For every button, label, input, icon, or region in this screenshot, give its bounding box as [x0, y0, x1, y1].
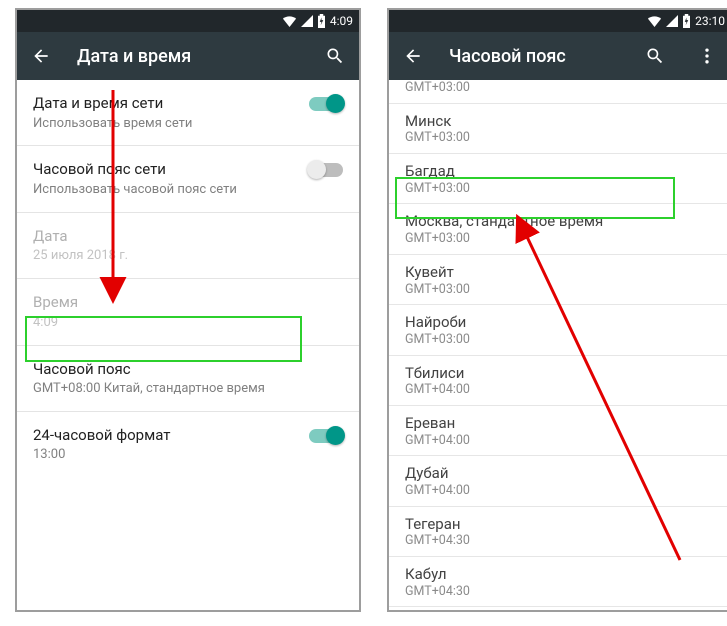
appbar-title: Часовой пояс — [449, 46, 619, 67]
tz-city: Кабул — [405, 565, 715, 584]
row-title: Время — [33, 293, 343, 313]
row-net-tz[interactable]: Часовой пояс сети Использовать часовой п… — [17, 146, 359, 211]
tz-row-moscow[interactable]: Москва, стандартное время GMT+03:00 — [389, 204, 727, 254]
search-button[interactable] — [319, 40, 351, 72]
battery-icon — [682, 14, 691, 28]
tz-city: Кувейт — [405, 263, 715, 282]
back-button[interactable] — [397, 40, 429, 72]
signal-icon — [666, 15, 678, 27]
tz-row[interactable]: Кабул GMT+04:30 — [389, 557, 727, 607]
row-24h[interactable]: 24-часовой формат 13:00 — [17, 412, 359, 477]
tz-row[interactable]: Баку GMT+05:00 — [389, 607, 727, 610]
status-time: 4:09 — [330, 14, 353, 28]
row-sub: Использовать часовой пояс сети — [33, 182, 237, 199]
tz-row-partial[interactable]: GMT+03:00 — [389, 80, 727, 104]
tz-city: Ереван — [405, 414, 715, 433]
signal-icon — [301, 15, 313, 27]
row-sub: GMT+08:00 Китай, стандартное время — [33, 381, 343, 398]
tz-city: Минск — [405, 112, 715, 131]
search-icon — [645, 46, 665, 66]
switch-net-tz[interactable] — [309, 163, 343, 177]
row-timezone[interactable]: Часовой пояс GMT+08:00 Китай, стандартно… — [17, 346, 359, 411]
row-net-time[interactable]: Дата и время сети Использовать время сет… — [17, 80, 359, 145]
row-date: Дата 25 июля 2018 г. — [17, 213, 359, 278]
battery-icon — [317, 14, 326, 28]
back-button[interactable] — [25, 40, 57, 72]
tz-offset: GMT+04:00 — [405, 433, 715, 449]
row-sub: 25 июля 2018 г. — [33, 248, 343, 265]
switch-net-time[interactable] — [309, 97, 343, 111]
switch-24h[interactable] — [309, 429, 343, 443]
tz-row[interactable]: Ереван GMT+04:00 — [389, 406, 727, 456]
tz-row[interactable]: Тбилиси GMT+04:00 — [389, 356, 727, 406]
tz-row[interactable]: Дубай GMT+04:00 — [389, 456, 727, 506]
tz-offset: GMT+03:00 — [405, 181, 715, 197]
tz-city: Дубай — [405, 464, 715, 483]
overflow-button[interactable] — [691, 40, 723, 72]
tz-offset: GMT+03:00 — [405, 332, 715, 348]
tz-offset: GMT+04:00 — [405, 382, 715, 398]
status-bar: 4:09 — [17, 10, 359, 32]
timezone-list[interactable]: GMT+03:00 Минск GMT+03:00 Багдад GMT+03:… — [389, 80, 727, 610]
tz-offset: GMT+03:00 — [405, 130, 715, 146]
status-bar: 23:10 — [389, 10, 727, 32]
tz-row[interactable]: Найроби GMT+03:00 — [389, 305, 727, 355]
settings-list: Дата и время сети Использовать время сет… — [17, 80, 359, 610]
tz-offset: GMT+03:00 — [405, 231, 715, 247]
phone-right: 23:10 Часовой пояс GMT+03:00 Минск GMT+0… — [387, 8, 727, 612]
tz-row[interactable]: Минск GMT+03:00 — [389, 104, 727, 154]
tz-offset: GMT+04:30 — [405, 533, 715, 549]
tz-city: Тбилиси — [405, 364, 715, 383]
row-time: Время 4:09 — [17, 279, 359, 344]
app-bar: Дата и время — [17, 32, 359, 80]
phone-left: 4:09 Дата и время Дата и время сети Испо… — [15, 8, 361, 612]
tz-row[interactable]: Кувейт GMT+03:00 — [389, 255, 727, 305]
row-title: Часовой пояс сети — [33, 160, 237, 180]
app-bar: Часовой пояс — [389, 32, 727, 80]
tz-offset: GMT+04:30 — [405, 584, 715, 600]
tz-city: Тегеран — [405, 515, 715, 534]
row-sub: Использовать время сети — [33, 116, 192, 133]
tz-city: Багдад — [405, 162, 715, 181]
appbar-title: Дата и время — [77, 46, 299, 67]
search-button[interactable] — [639, 40, 671, 72]
tz-city: Москва, стандартное время — [405, 212, 715, 231]
wifi-icon — [647, 15, 662, 27]
status-time: 23:10 — [695, 14, 725, 28]
tz-row[interactable]: Багдад GMT+03:00 — [389, 154, 727, 204]
more-vert-icon — [697, 46, 717, 66]
tz-offset: GMT+03:00 — [405, 80, 715, 96]
search-icon — [325, 46, 345, 66]
row-title: Дата и время сети — [33, 94, 192, 114]
row-sub: 13:00 — [33, 447, 170, 464]
row-title: Часовой пояс — [33, 360, 343, 380]
wifi-icon — [282, 15, 297, 27]
tz-offset: GMT+03:00 — [405, 282, 715, 298]
row-title: Дата — [33, 227, 343, 247]
row-sub: 4:09 — [33, 315, 343, 332]
arrow-back-icon — [31, 46, 51, 66]
tz-row[interactable]: Тегеран GMT+04:30 — [389, 507, 727, 557]
tz-offset: GMT+04:00 — [405, 483, 715, 499]
row-title: 24-часовой формат — [33, 426, 170, 446]
tz-city: Найроби — [405, 313, 715, 332]
arrow-back-icon — [403, 46, 423, 66]
